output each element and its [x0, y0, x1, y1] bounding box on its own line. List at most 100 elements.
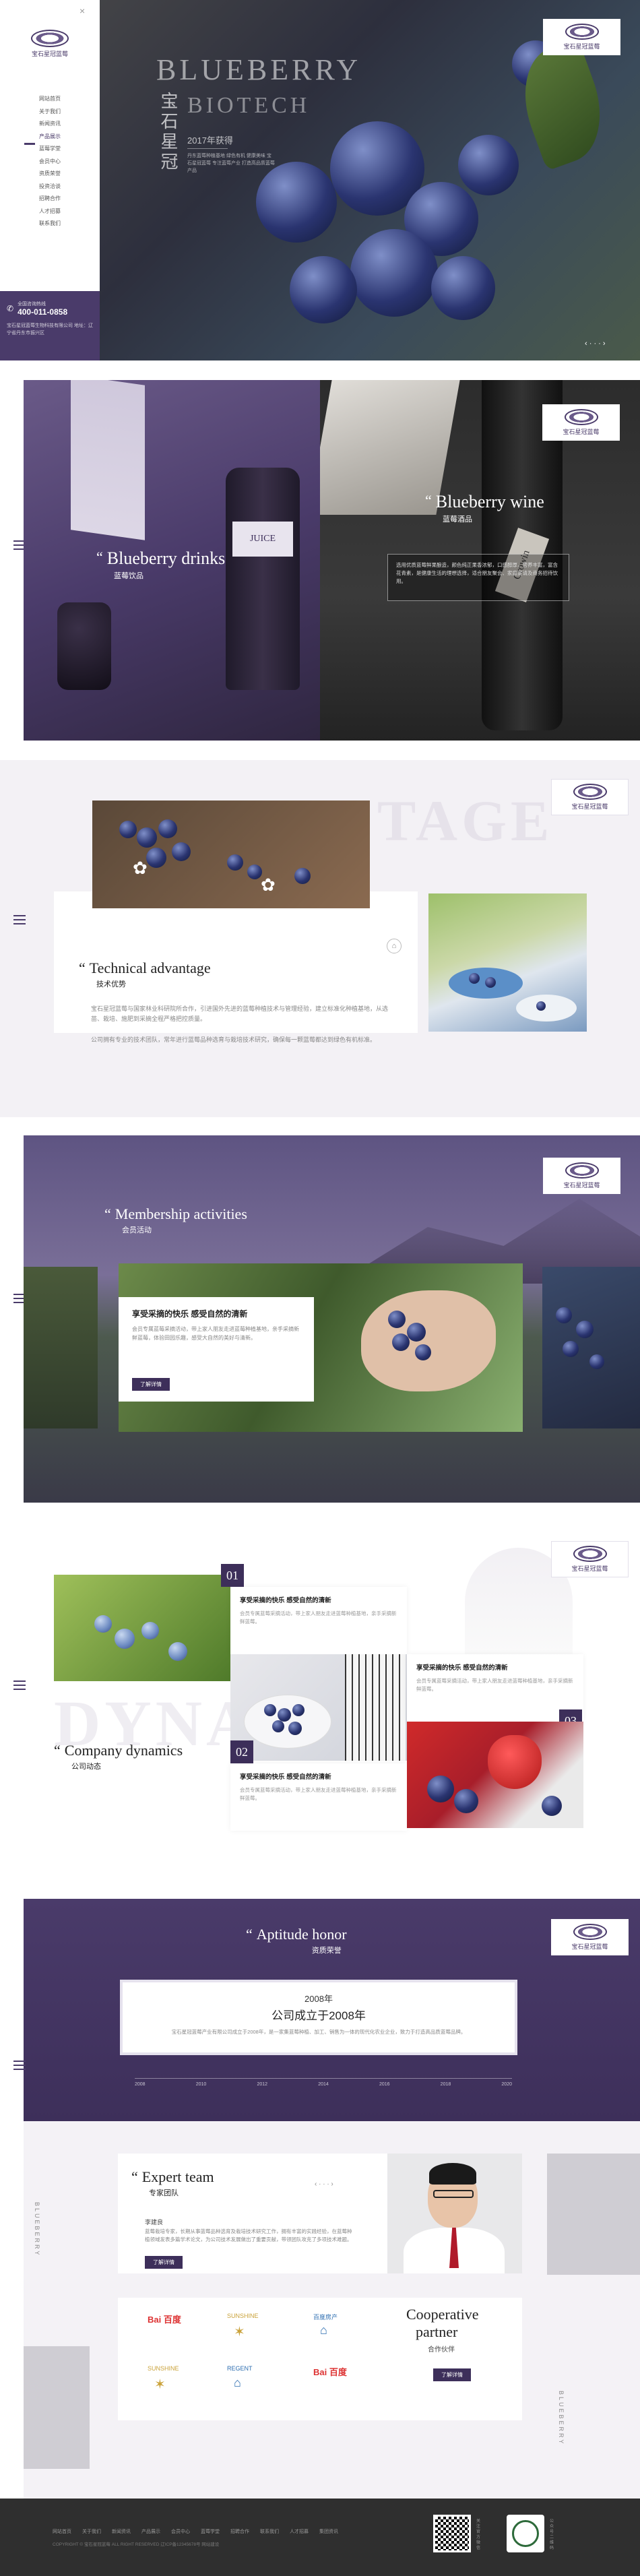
logo-text: 宝石星冠蓝莓: [563, 43, 600, 50]
news-item-1[interactable]: 享受采摘的快乐 感受自然的清新 会员专属蓝莓采摘活动，带上家人朋友走进蓝莓种植基…: [230, 1587, 407, 1654]
partner-logo-6[interactable]: Bai 百度: [313, 2365, 347, 2378]
sidebar-footer: ✆ 全国咨询热线 400-011-0858 宝石星冠蓝莓生物科技有限公司 地址：…: [0, 291, 100, 360]
partner-logo-2[interactable]: SUNSHINE: [227, 2313, 259, 2319]
honor-desc: 宝石星冠蓝莓产业有限公司成立于2008年，是一家集蓝莓种植、加工、销售为一体的现…: [171, 2029, 466, 2035]
footer-link[interactable]: 集团资讯: [319, 2528, 338, 2535]
products-section: JUICE “Blueberry drinks 蓝莓饮品 Crowin 宝石星冠…: [0, 379, 640, 743]
menu-icon[interactable]: [13, 1680, 26, 1690]
member-detail-button[interactable]: 了解详情: [132, 1378, 170, 1391]
footer-link[interactable]: 人才招募: [290, 2528, 309, 2535]
bottle-image: JUICE: [226, 468, 300, 690]
news-item-3[interactable]: 享受采摘的快乐 感受自然的清新 会员专属蓝莓采摘活动，带上家人朋友走进蓝莓种植基…: [407, 1654, 583, 1722]
menu-item[interactable]: 关于我们: [39, 106, 61, 119]
partner-logo-5[interactable]: REGENT: [227, 2365, 253, 2372]
honor-year: 2008年: [305, 1994, 333, 2004]
drinks-panel[interactable]: JUICE “Blueberry drinks 蓝莓饮品: [24, 380, 320, 741]
partner-logo-1[interactable]: Bai 百度: [148, 2313, 181, 2325]
menu-item[interactable]: 会员中心: [39, 156, 61, 168]
qr-code-2: [507, 2515, 544, 2552]
logo[interactable]: 宝石星冠蓝莓: [23, 30, 77, 58]
expert-arrows[interactable]: ‹ · · · ›: [315, 2180, 333, 2188]
qr-label-1: 关注官方微信: [476, 2519, 481, 2550]
news-desc: 会员专属蓝莓采摘活动，带上家人朋友走进蓝莓种植基地，亲手采摘新鲜蓝莓。: [416, 1678, 573, 1692]
footer-link[interactable]: 关于我们: [82, 2528, 101, 2535]
timeline-year[interactable]: 2010: [196, 2082, 207, 2087]
home-icon[interactable]: ⌂: [387, 939, 402, 953]
partners-detail-button[interactable]: 了解详情: [433, 2368, 471, 2381]
footer-link[interactable]: 产品展示: [141, 2528, 160, 2535]
menu-item[interactable]: 网站首页: [39, 93, 61, 106]
logo-text: 宝石星冠蓝莓: [563, 429, 600, 435]
flower-icon: ✿: [261, 875, 276, 895]
house-icon: ⌂: [320, 2323, 327, 2337]
expert-detail-button[interactable]: 了解详情: [145, 2256, 183, 2269]
news-desc: 会员专属蓝莓采摘活动，带上家人朋友走进蓝莓种植基地，亲手采摘新鲜蓝莓。: [240, 1787, 397, 1801]
blueberry-image: [350, 229, 438, 317]
expert-bio: 蓝莓栽培专家，长期从事蓝莓品种选育及栽培技术研究工作，拥有丰富的实践经验，在蓝莓…: [145, 2228, 352, 2242]
wine-desc: 选用优质蓝莓鲜果酿造，颜色纯正果香浓郁，口感醇厚，营养丰富，富含花青素，是健康生…: [396, 562, 558, 584]
footer: 网站首页 关于我们 新闻资讯 产品展示 会员中心 蓝莓学堂 招聘合作 联系我们 …: [0, 2499, 640, 2576]
timeline-year[interactable]: 2016: [379, 2082, 390, 2087]
menu-item-active[interactable]: 产品展示: [39, 131, 61, 144]
footer-link[interactable]: 网站首页: [53, 2528, 71, 2535]
hotline-label: 全国咨询热线: [18, 302, 46, 307]
menu-item[interactable]: 人才招募: [39, 206, 61, 218]
bowl-image: ✿ ✿: [92, 800, 370, 908]
menu-icon[interactable]: [13, 915, 26, 924]
tech-para-2: 公司拥有专业的技术团队，常年进行蓝莓品种选育与栽培技术研究，确保每一颗蓝莓都达到…: [91, 1036, 377, 1043]
menu-item[interactable]: 蓝莓学堂: [39, 143, 61, 156]
hero-divider: [187, 148, 228, 149]
company-name: 宝石星冠蓝莓: [31, 51, 68, 57]
footer-link[interactable]: 蓝莓学堂: [201, 2528, 220, 2535]
wine-desc-box: 选用优质蓝莓鲜果酿造，颜色纯正果香浓郁，口感醇厚，营养丰富，富含花青素，是健康生…: [387, 554, 569, 601]
wine-panel[interactable]: Crowin 宝石星冠蓝莓 “Blueberry wine 蓝莓酒品 选用优质蓝…: [320, 380, 640, 741]
timeline-year[interactable]: 2020: [501, 2082, 512, 2087]
timeline-year[interactable]: 2014: [318, 2082, 329, 2087]
menu-icon[interactable]: [13, 2061, 26, 2070]
partners-card: Bai 百度 SUNSHINE 百度房产 SUNSHINE REGENT Bai…: [118, 2298, 522, 2420]
menu-item[interactable]: 资质荣誉: [39, 168, 61, 181]
side-thumb-image: [24, 1267, 98, 1428]
news-item-2[interactable]: 享受采摘的快乐 感受自然的清新 会员专属蓝莓采摘活动，带上家人朋友走进蓝莓种植基…: [230, 1763, 407, 1831]
footer-link[interactable]: 会员中心: [171, 2528, 190, 2535]
wine-title: “Blueberry wine 蓝莓酒品: [425, 492, 544, 524]
news-title: 享受采摘的快乐 感受自然的清新: [240, 1773, 331, 1781]
tech-logo-box[interactable]: 宝石星冠蓝莓: [551, 779, 629, 815]
strawberry-image: [407, 1722, 583, 1828]
news-logo-box[interactable]: 宝石星冠蓝莓: [551, 1541, 629, 1577]
timeline-year[interactable]: 2012: [257, 2082, 267, 2087]
address-text: 宝石星冠蓝莓生物科技有限公司 地址：辽宁省丹东市振兴区: [7, 323, 93, 336]
bottle-label: JUICE: [232, 522, 293, 557]
news-num-2: 02: [230, 1740, 253, 1763]
hero-pager[interactable]: ‹ · · · ›: [585, 340, 606, 348]
expert-card: “Expert team 专家团队 ‹ · · · › 李建良 蓝莓栽培专家，长…: [118, 2154, 522, 2273]
menu-item[interactable]: 招聘合作: [39, 193, 61, 206]
timeline-year[interactable]: 2008: [135, 2082, 146, 2087]
logo-text: 宝石星冠蓝莓: [563, 1182, 600, 1189]
close-icon[interactable]: ×: [79, 5, 85, 16]
bg-watermark: TAGE: [377, 788, 554, 853]
partner-logo-3[interactable]: 百度房产: [313, 2313, 338, 2321]
news-title: 享受采摘的快乐 感受自然的清新: [240, 1597, 331, 1604]
hero-title-1: BLUEBERRY: [156, 53, 362, 86]
menu-item[interactable]: 联系我们: [39, 218, 61, 230]
expert-photo: [387, 2154, 522, 2273]
news-title-main: “Company dynamics 公司动态: [54, 1742, 183, 1771]
member-logo-box[interactable]: 宝石星冠蓝莓: [543, 1158, 620, 1194]
wine-logo-box[interactable]: 宝石星冠蓝莓: [542, 404, 620, 441]
member-section: 宝石星冠蓝莓 “Membership activities 会员活动 享受采摘的…: [0, 1135, 640, 1503]
menu-item[interactable]: 新闻资讯: [39, 118, 61, 131]
footer-link[interactable]: 招聘合作: [230, 2528, 249, 2535]
footer-link[interactable]: 联系我们: [260, 2528, 279, 2535]
news-num-1: 01: [221, 1564, 244, 1587]
right-gray-block: [547, 2154, 640, 2275]
flower-icon: ✿: [133, 858, 148, 878]
expert-section: BLUEBERRY BLUEBERRY “Expert team 专家团队 ‹ …: [0, 2121, 640, 2499]
timeline-year[interactable]: 2018: [441, 2082, 451, 2087]
menu-item[interactable]: 投资洽谈: [39, 181, 61, 193]
partner-logo-4[interactable]: SUNSHINE: [148, 2365, 179, 2372]
footer-link[interactable]: 新闻资讯: [112, 2528, 131, 2535]
hero-title-2: BIOTECH: [187, 93, 311, 118]
hero-logo-box[interactable]: 宝石星冠蓝莓: [543, 19, 620, 55]
honor-logo-box[interactable]: 宝石星冠蓝莓: [551, 1919, 629, 1955]
